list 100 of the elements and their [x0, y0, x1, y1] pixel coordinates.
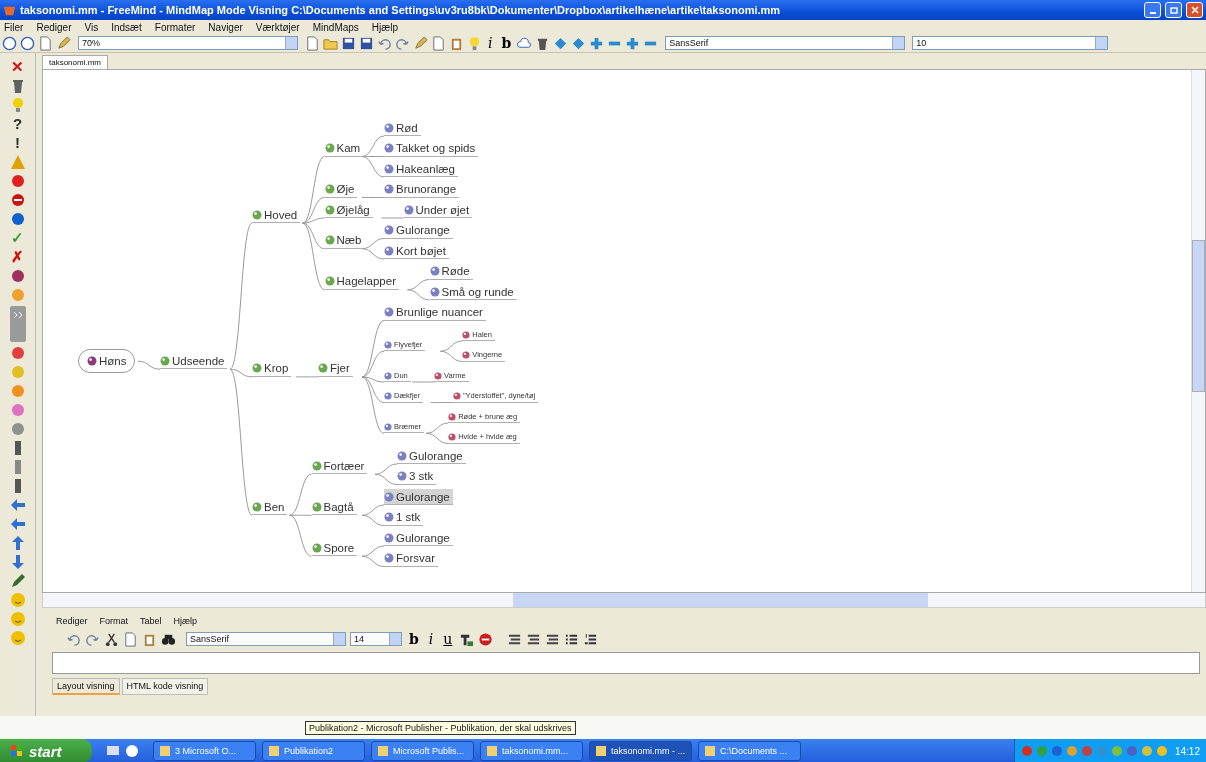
cloud-icon[interactable]	[517, 35, 533, 51]
mindmap-node[interactable]: Krop	[252, 360, 292, 377]
size-combo[interactable]: 14	[350, 632, 402, 646]
menu-item[interactable]: Rediger	[36, 21, 72, 33]
menu-item[interactable]: Filer	[4, 21, 24, 33]
globe-icon[interactable]	[125, 744, 139, 758]
italic-button[interactable]: i	[485, 36, 496, 50]
page-icon[interactable]	[38, 35, 53, 51]
symbol-icon[interactable]: !	[15, 135, 20, 151]
horizontal-scrollbar[interactable]	[42, 593, 1206, 608]
dot-icon[interactable]	[9, 421, 26, 437]
back-icon[interactable]	[2, 35, 17, 51]
mindmap-node[interactable]: Spore	[311, 540, 358, 557]
minus-circle-icon[interactable]	[9, 192, 26, 208]
dot-icon[interactable]	[9, 268, 26, 284]
diamond-icon[interactable]	[553, 35, 569, 51]
mindmap-node[interactable]: Røde	[429, 263, 473, 280]
plus-icon[interactable]	[589, 35, 605, 51]
mindmap-node[interactable]: Fortæer	[311, 458, 368, 475]
plus-icon[interactable]	[625, 35, 641, 51]
menu-item[interactable]: Indsæt	[111, 21, 142, 33]
tray-icon[interactable]	[1020, 745, 1033, 757]
mindmap-node[interactable]: Hoved	[252, 207, 301, 224]
mindmap-node[interactable]: Under øjet	[403, 202, 473, 218]
dot-icon[interactable]	[9, 402, 26, 418]
italic-button[interactable]: i	[425, 632, 437, 646]
tray-icon[interactable]	[1080, 745, 1093, 757]
page-icon[interactable]	[305, 35, 320, 51]
pencil-icon[interactable]	[56, 35, 71, 51]
mindmap-node[interactable]: Gulorange	[384, 530, 453, 546]
menu-item[interactable]: Værktøjer	[255, 21, 300, 33]
smiley-icon[interactable]	[9, 592, 26, 608]
mindmap-node[interactable]: Fjer	[318, 360, 353, 377]
mindmap-node[interactable]: Kam	[324, 140, 364, 157]
mindmap-node[interactable]: Gulorange	[397, 448, 466, 464]
menu-item[interactable]: Hjælp	[173, 616, 198, 626]
view-tab[interactable]: HTML kode visning	[121, 678, 209, 695]
dot-icon[interactable]	[9, 287, 26, 303]
minimize-button[interactable]	[1144, 2, 1161, 18]
menu-item[interactable]: Vis	[84, 21, 99, 33]
restore-button[interactable]	[1165, 2, 1182, 18]
left-arrow-icon[interactable]	[9, 497, 26, 513]
dot-icon[interactable]	[9, 383, 26, 399]
scissors-icon[interactable]	[104, 631, 119, 647]
desktop-icon[interactable]	[106, 744, 120, 758]
mindmap-node[interactable]: Forsvar	[384, 550, 438, 567]
taskbar-button[interactable]: 3 Microsoft O...	[153, 741, 256, 761]
mindmap-node[interactable]: Bagtå	[311, 499, 357, 516]
tray-icon[interactable]	[1155, 745, 1168, 757]
bold-button[interactable]: b	[498, 36, 515, 50]
taskbar-button[interactable]: C:\Documents ...	[698, 741, 801, 761]
save-icon[interactable]	[341, 35, 356, 51]
close-button[interactable]	[1186, 2, 1203, 18]
mindmap-node[interactable]: Rød	[384, 120, 421, 136]
mindmap-node[interactable]: Øje	[324, 181, 358, 198]
mindmap-node[interactable]: 3 stk	[397, 468, 437, 485]
text-editor[interactable]	[52, 652, 1200, 674]
mindmap-node[interactable]: Hakeanlæg	[384, 161, 458, 177]
menu-item[interactable]: Format	[99, 616, 129, 626]
bulb-icon[interactable]	[467, 35, 482, 51]
pencil-icon[interactable]	[413, 35, 428, 51]
scrollbar-thumb[interactable]	[1192, 240, 1205, 392]
mindmap-node[interactable]: Brunlige nuancer	[384, 304, 486, 321]
zoom-combo[interactable]: 70%	[78, 36, 298, 50]
taskbar-button[interactable]: Microsoft Publis...	[371, 741, 474, 761]
mindmap-node[interactable]: Takket og spids	[384, 140, 479, 157]
font-combo[interactable]: SansSerif	[665, 36, 906, 50]
menu-item[interactable]: MindMaps	[312, 21, 359, 33]
size-combo[interactable]: 10	[912, 36, 1109, 50]
stop-icon[interactable]	[478, 631, 494, 647]
map-tab[interactable]: taksonomi.mm	[42, 55, 108, 69]
scrollbar-thumb[interactable]	[513, 593, 928, 607]
mindmap-node[interactable]: Kort bøjet	[384, 243, 449, 259]
start-button[interactable]: start	[0, 739, 92, 762]
menu-item[interactable]: Naviger	[208, 21, 243, 33]
mindmap-node[interactable]: Gulorange	[384, 489, 453, 505]
left-arrow-icon[interactable]	[9, 516, 26, 532]
mindmap-node[interactable]: 1 stk	[384, 509, 424, 526]
view-tab[interactable]: Layout visning	[52, 678, 120, 695]
forward-icon[interactable]	[20, 35, 35, 51]
tray-icon[interactable]	[1125, 745, 1138, 757]
smiley-icon[interactable]	[9, 630, 26, 646]
tray-icon[interactable]	[1140, 745, 1153, 757]
mindmap-node[interactable]: Små og runde	[429, 284, 517, 300]
smiley-icon[interactable]	[9, 611, 26, 627]
menu-item[interactable]: Hjælp	[371, 21, 398, 33]
symbol-icon[interactable]: ?	[12, 116, 23, 132]
symbol-icon[interactable]: ✕	[11, 59, 24, 75]
taskbar-button[interactable]: taksonomi.mm...	[480, 741, 583, 761]
menu-item[interactable]: Tabel	[140, 616, 162, 626]
mindmap-node[interactable]: Udseende	[160, 353, 228, 370]
mindmap-node[interactable]: Ben	[252, 499, 288, 516]
warning-icon[interactable]	[9, 154, 26, 170]
mindmap-node[interactable]: Næb	[324, 232, 365, 249]
mindmap-node[interactable]: Brunorange	[384, 181, 460, 198]
save-icon[interactable]	[359, 35, 374, 51]
mindmap-node[interactable]: Gulorange	[384, 222, 453, 239]
dot-icon[interactable]	[9, 173, 26, 189]
mindmap-node[interactable]: Øjelåg	[324, 202, 373, 218]
taskbar-button[interactable]: taksonomi.mm - ...	[589, 741, 692, 761]
